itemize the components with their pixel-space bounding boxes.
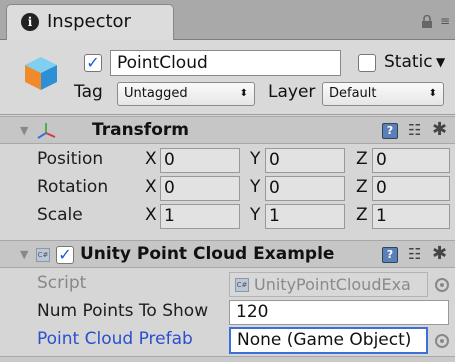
object-picker-icon[interactable] — [435, 334, 449, 348]
inspector-panel: ✓ PointCloud Static ▼ Tag Untagged ⬍ Lay… — [0, 40, 455, 362]
preset-icon[interactable]: ☷ — [408, 121, 421, 139]
axis-x-label: X — [145, 177, 157, 197]
lock-icon[interactable] — [420, 15, 434, 29]
static-checkbox[interactable] — [358, 54, 376, 72]
axis-y-label: Y — [250, 205, 261, 225]
object-name-field[interactable]: PointCloud — [110, 50, 341, 76]
cube-icon — [25, 57, 57, 90]
script-label: Script — [37, 273, 87, 293]
static-dropdown-arrow[interactable]: ▼ — [436, 55, 445, 69]
axis-y-label: Y — [250, 177, 261, 197]
rotation-x-field[interactable]: 0 — [160, 176, 240, 201]
scale-z-field[interactable]: 1 — [372, 204, 450, 229]
point-cloud-prefab-field[interactable]: None (Game Object) — [229, 327, 428, 354]
component-title: Unity Point Cloud Example — [80, 244, 335, 264]
point-cloud-prefab-label: Point Cloud Prefab — [37, 329, 193, 349]
axis-x-label: X — [145, 149, 157, 169]
info-icon: i — [21, 13, 39, 31]
transform-header[interactable]: ▼ Transform ? ☷ ✱ — [0, 116, 455, 144]
gear-icon[interactable]: ✱ — [432, 119, 447, 140]
component-enabled-checkbox[interactable]: ✓ — [56, 246, 74, 264]
transform-title: Transform — [92, 120, 189, 140]
axis-x-label: X — [145, 205, 157, 225]
chevron-updown-icon: ⬍ — [428, 88, 437, 99]
position-x-field[interactable]: 0 — [160, 148, 240, 173]
layer-value: Default — [329, 86, 377, 101]
chevron-updown-icon: ⬍ — [239, 88, 248, 99]
game-object-header: ✓ PointCloud Static ▼ Tag Untagged ⬍ Lay… — [0, 40, 455, 115]
position-label: Position — [37, 149, 104, 169]
axis-z-label: Z — [356, 205, 368, 225]
tab-bar: i Inspector ≡ — [0, 0, 455, 41]
script-value: UnityPointCloudExa — [254, 275, 411, 294]
tab-inspector[interactable]: i Inspector — [6, 4, 174, 41]
tab-inspector-label: Inspector — [47, 11, 131, 32]
transform-axis-icon — [37, 123, 56, 139]
gear-icon[interactable]: ✱ — [432, 243, 447, 264]
foldout-arrow-icon[interactable]: ▼ — [20, 124, 28, 137]
axis-z-label: Z — [356, 177, 368, 197]
divider — [0, 356, 455, 362]
help-book-icon[interactable]: ? — [382, 123, 398, 139]
point-cloud-component-header[interactable]: ▼ C# ✓ Unity Point Cloud Example ? ☷ ✱ — [0, 240, 455, 268]
static-label: Static — [384, 52, 433, 72]
layer-dropdown[interactable]: Default ⬍ — [322, 82, 444, 106]
object-picker-icon[interactable] — [435, 278, 449, 292]
cs-script-icon: C# — [235, 278, 249, 292]
preset-icon[interactable]: ☷ — [408, 245, 421, 263]
axis-z-label: Z — [356, 149, 368, 169]
layer-label: Layer — [268, 82, 316, 102]
active-checkbox[interactable]: ✓ — [84, 54, 102, 72]
tag-value: Untagged — [124, 86, 188, 101]
rotation-label: Rotation — [37, 177, 109, 197]
scale-y-field[interactable]: 1 — [265, 204, 345, 229]
num-points-label: Num Points To Show — [37, 301, 209, 321]
tag-dropdown[interactable]: Untagged ⬍ — [117, 82, 255, 106]
position-y-field[interactable]: 0 — [265, 148, 345, 173]
position-z-field[interactable]: 0 — [372, 148, 450, 173]
menu-icon[interactable]: ≡ — [440, 14, 451, 28]
tag-label: Tag — [74, 82, 103, 102]
foldout-arrow-icon[interactable]: ▼ — [20, 248, 28, 261]
scale-x-field[interactable]: 1 — [160, 204, 240, 229]
axis-y-label: Y — [250, 149, 261, 169]
scale-label: Scale — [37, 205, 83, 225]
rotation-y-field[interactable]: 0 — [265, 176, 345, 201]
cs-script-icon: C# — [36, 248, 50, 262]
num-points-field[interactable]: 120 — [229, 300, 449, 325]
rotation-z-field[interactable]: 0 — [372, 176, 450, 201]
script-field: C# UnityPointCloudExa — [229, 272, 428, 297]
help-book-icon[interactable]: ? — [382, 247, 398, 263]
